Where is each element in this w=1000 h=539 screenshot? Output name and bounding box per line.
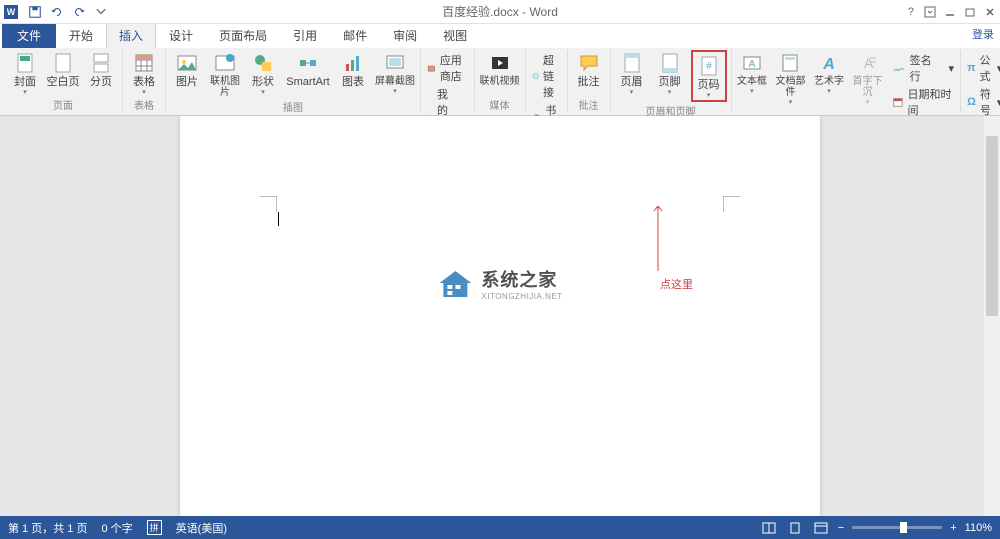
watermark-sub-text: XITONGZHIJIA.NET <box>481 292 562 301</box>
group-links: 超链接 书签 交叉引用 链接 <box>526 50 568 113</box>
document-page[interactable]: 系统之家 XITONGZHIJIA.NET <box>180 116 820 516</box>
smartart-button[interactable]: SmartArt <box>284 50 332 98</box>
svg-text:A: A <box>822 56 835 73</box>
page-number-button[interactable]: #页码▾ <box>694 53 724 99</box>
group-tables: 表格▾ 表格 <box>123 50 166 113</box>
tab-view[interactable]: 视图 <box>430 22 480 48</box>
tab-insert[interactable]: 插入 <box>106 22 156 48</box>
zoom-value[interactable]: 110% <box>965 522 992 534</box>
tab-layout[interactable]: 页面布局 <box>206 22 280 48</box>
screenshot-button[interactable]: 屏幕截图▾ <box>374 50 416 98</box>
document-area: 系统之家 XITONGZHIJIA.NET 点这里 <box>0 116 1000 516</box>
ribbon-collapse-icon[interactable] <box>924 6 936 18</box>
save-icon[interactable] <box>28 5 42 19</box>
help-icon[interactable]: ? <box>908 6 914 18</box>
group-label-pages: 页面 <box>53 96 73 113</box>
online-pictures-button[interactable]: 联机图片 <box>208 50 242 98</box>
group-media: 联机视频 媒体 <box>475 50 526 113</box>
margin-marker <box>724 196 740 197</box>
maximize-icon[interactable] <box>964 6 976 18</box>
blank-page-button[interactable]: 空白页 <box>46 50 80 96</box>
minimize-icon[interactable] <box>944 6 956 18</box>
symbol-button[interactable]: Ω符号▾ <box>965 86 1000 118</box>
login-link[interactable]: 登录 <box>972 26 994 42</box>
group-label-tables: 表格 <box>134 96 154 113</box>
chart-button[interactable]: 图表 <box>336 50 370 98</box>
group-label-comments: 批注 <box>579 96 599 113</box>
group-text: A文本框▾ 文档部件▾ A艺术字▾ A首字下沉▾ 签名行▾ 日期和时间 对象▾ … <box>732 50 962 113</box>
svg-text:A: A <box>749 59 756 70</box>
status-words[interactable]: 0 个字 <box>101 520 132 536</box>
shapes-button[interactable]: 形状▾ <box>246 50 280 98</box>
watermark-main-text: 系统之家 <box>481 266 562 292</box>
cover-page-button[interactable]: 封面▾ <box>8 50 42 96</box>
pictures-button[interactable]: 图片 <box>170 50 204 98</box>
close-icon[interactable] <box>984 6 996 18</box>
group-illustrations: 图片 联机图片 形状▾ SmartArt 图表 屏幕截图▾ 插图 <box>166 50 421 113</box>
zoom-slider[interactable] <box>852 526 942 529</box>
tab-file[interactable]: 文件 <box>2 22 56 48</box>
group-comments: 批注 批注 <box>568 50 611 113</box>
ribbon-insert: 封面▾ 空白页 分页 页面 表格▾ 表格 图片 联机图片 形状▾ SmartAr… <box>0 48 1000 116</box>
hyperlink-button[interactable]: 超链接 <box>530 52 563 100</box>
annotation-text: 点这里 <box>660 276 693 292</box>
watermark-house-icon <box>437 269 473 299</box>
word-app-icon: W <box>4 5 18 19</box>
title-bar: W 百度经验.docx - Word ? <box>0 0 1000 24</box>
group-label-media: 媒体 <box>490 96 510 113</box>
group-label-illustrations: 插图 <box>283 98 303 115</box>
vertical-scrollbar[interactable] <box>984 116 1000 516</box>
status-lang[interactable]: 英语(美国) <box>176 520 227 536</box>
comment-button[interactable]: 批注 <box>572 50 606 96</box>
view-web-icon[interactable] <box>812 520 830 536</box>
zoom-slider-handle[interactable] <box>900 522 907 533</box>
tab-references[interactable]: 引用 <box>280 22 330 48</box>
scrollbar-thumb[interactable] <box>986 136 998 316</box>
margin-marker <box>276 196 277 212</box>
margin-marker <box>723 196 724 212</box>
text-cursor <box>278 212 279 226</box>
group-symbols: π公式▾ Ω符号▾ #编号 符号 <box>961 50 1000 113</box>
undo-icon[interactable] <box>50 5 64 19</box>
annotation-arrow-icon <box>652 206 664 276</box>
svg-text:#: # <box>706 61 712 72</box>
status-page[interactable]: 第 1 页，共 1 页 <box>8 520 87 536</box>
footer-button[interactable]: 页脚▾ <box>653 50 687 102</box>
document-title: 百度经验.docx - Word <box>442 3 558 20</box>
app-store-button[interactable]: 应用商店 <box>425 52 470 84</box>
tab-mailings[interactable]: 邮件 <box>330 22 380 48</box>
zoom-in-button[interactable]: + <box>950 522 956 534</box>
group-pages: 封面▾ 空白页 分页 页面 <box>4 50 123 113</box>
header-button[interactable]: 页眉▾ <box>615 50 649 102</box>
tab-design[interactable]: 设计 <box>156 22 206 48</box>
menu-bar: 文件 开始 插入 设计 页面布局 引用 邮件 审阅 视图 <box>0 24 1000 48</box>
zoom-out-button[interactable]: − <box>838 522 844 534</box>
signature-line-button[interactable]: 签名行▾ <box>890 52 956 84</box>
datetime-button[interactable]: 日期和时间 <box>890 86 956 118</box>
online-video-button[interactable]: 联机视频 <box>479 50 521 96</box>
status-bar: 第 1 页，共 1 页 0 个字 拼 英语(美国) − + 110% <box>0 516 1000 539</box>
svg-text:A: A <box>864 55 874 71</box>
watermark: 系统之家 XITONGZHIJIA.NET <box>437 266 562 301</box>
quick-access-toolbar <box>28 5 108 19</box>
page-number-highlight: #页码▾ <box>691 50 727 102</box>
tab-review[interactable]: 审阅 <box>380 22 430 48</box>
view-read-icon[interactable] <box>760 520 778 536</box>
table-button[interactable]: 表格▾ <box>127 50 161 96</box>
group-apps: 应用商店 我的应用▾ 应用程序 <box>421 50 475 113</box>
tab-home[interactable]: 开始 <box>56 22 106 48</box>
view-print-icon[interactable] <box>786 520 804 536</box>
page-break-button[interactable]: 分页 <box>84 50 118 96</box>
margin-marker <box>260 196 276 197</box>
qat-dropdown-icon[interactable] <box>94 5 108 19</box>
group-headerfooter: 页眉▾ 页脚▾ #页码▾ 页眉和页脚 <box>611 50 732 113</box>
status-lang-icon[interactable]: 拼 <box>147 520 162 535</box>
equation-button[interactable]: π公式▾ <box>965 52 1000 84</box>
redo-icon[interactable] <box>72 5 86 19</box>
